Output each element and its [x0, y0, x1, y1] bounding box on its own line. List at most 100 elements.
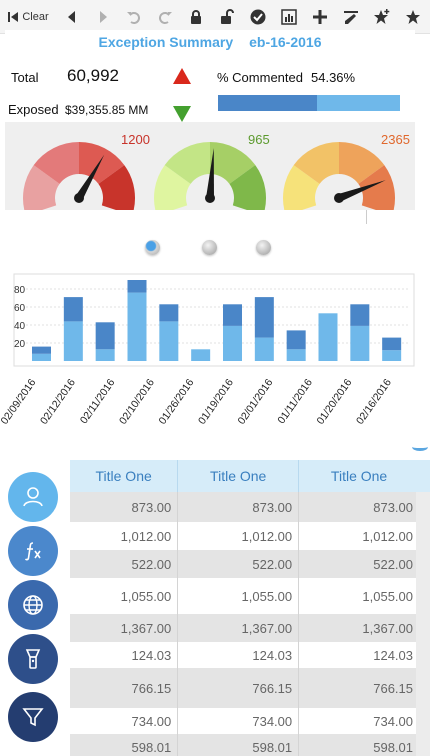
table-row[interactable]: 734.00 734.00 734.00 [70, 708, 420, 734]
table-cell: 873.00 [177, 492, 300, 522]
lock-button[interactable] [180, 0, 211, 34]
x-tick-label: 02/11/2016 [78, 377, 118, 426]
redo-button[interactable] [149, 0, 180, 34]
table-cell: 522.00 [177, 550, 300, 578]
table-row[interactable]: 1,367.00 1,367.00 1,367.00 [70, 614, 420, 642]
user-icon [23, 487, 43, 507]
gauge-pivot [205, 193, 215, 203]
bar-segment-dark [127, 280, 147, 293]
clear-label: Clear [22, 10, 49, 23]
favorite-button[interactable] [397, 0, 428, 34]
table-row[interactable]: 1,055.00 1,055.00 1,055.00 [70, 578, 420, 614]
bar-segment-light [127, 292, 147, 361]
table-cell: 124.03 [177, 642, 300, 668]
prev-icon [67, 10, 75, 23]
gauge-pivot [74, 193, 84, 203]
y-tick-label: 80 [14, 285, 26, 296]
pager-dot-1[interactable] [145, 240, 160, 255]
bar-segment-light [286, 349, 306, 361]
table-row[interactable]: 124.03 124.03 124.03 [70, 642, 420, 668]
table-cell: 766.15 [70, 668, 179, 708]
pager-dot-3[interactable] [256, 240, 271, 255]
x-tick-label: 01/19/2016 [196, 377, 236, 427]
bar-segment-light [191, 349, 211, 361]
y-tick-label: 60 [14, 303, 26, 314]
x-tick-label: 01/26/2016 [156, 377, 196, 427]
table-cell: 766.15 [298, 668, 420, 708]
table-overflow-column [416, 460, 430, 756]
commented-progress-bar [218, 95, 400, 111]
user-button[interactable] [8, 472, 58, 522]
bar-segment-light [318, 313, 338, 361]
bar-segment-dark [350, 304, 370, 326]
commented-progress-fill [218, 95, 317, 111]
table-cell: 1,012.00 [70, 522, 179, 550]
y-tick-label: 40 [14, 321, 26, 332]
filter-icon [22, 708, 44, 727]
exceptions-bar-chart: 8060402002/09/2016 02/12/2016 02/11/2016 02… [0, 273, 415, 427]
filter-button[interactable] [8, 692, 58, 742]
add-button[interactable] [304, 0, 335, 34]
pager-dot-2[interactable] [202, 240, 217, 255]
bar-segment-dark [286, 330, 306, 350]
summary-title: Exception Summary eb-16-2016 [5, 34, 415, 50]
toolbar: Clear [0, 0, 430, 34]
gauge-pivot [334, 193, 344, 203]
x-tick-label: 02/12/2016 [38, 377, 78, 427]
column-header[interactable]: Title One [298, 460, 420, 492]
commented-value: 54.36% [311, 70, 356, 85]
table-row[interactable]: 598.01 598.01 598.01 [70, 734, 420, 756]
trend-up-icon [173, 68, 191, 84]
column-header[interactable]: Title One [70, 460, 179, 492]
chart-icon [280, 8, 297, 25]
unlock-button[interactable] [211, 0, 242, 34]
summary-date: eb-16-2016 [249, 34, 322, 50]
table-cell: 1,367.00 [70, 614, 179, 642]
table-cell: 1,367.00 [298, 614, 420, 642]
approve-button[interactable] [242, 0, 273, 34]
undo-button[interactable] [118, 0, 149, 34]
table-cell: 1,055.00 [177, 578, 300, 614]
y-tick-label: 20 [14, 339, 26, 350]
flashlight-icon [25, 649, 41, 669]
globe-button[interactable] [8, 580, 58, 630]
trend-down-icon [173, 106, 191, 122]
table-cell: 734.00 [298, 708, 420, 734]
next-button[interactable] [87, 0, 118, 34]
table-cell: 1,012.00 [177, 522, 300, 550]
function-button[interactable] [8, 526, 58, 576]
edit-button[interactable] [335, 0, 366, 34]
add-favorite-button[interactable] [366, 0, 397, 34]
bar-segment-dark [382, 337, 402, 351]
table-row[interactable]: 766.15 766.15 766.15 [70, 668, 420, 708]
x-tick-label: 02/10/2016 [117, 377, 157, 427]
clear-button[interactable]: Clear [0, 0, 56, 34]
table-cell: 766.15 [177, 668, 300, 708]
x-tick-label: 02/01/2016 [235, 377, 275, 427]
table-cell: 522.00 [298, 550, 420, 578]
column-header[interactable]: Title One [177, 460, 300, 492]
prev-button[interactable] [56, 0, 87, 34]
table-row[interactable]: 1,012.00 1,012.00 1,012.00 [70, 522, 420, 550]
table-row[interactable]: 522.00 522.00 522.00 [70, 550, 420, 578]
globe-icon [23, 595, 43, 615]
gauge-3-value: 2365 [381, 132, 410, 147]
table-cell: 522.00 [70, 550, 179, 578]
redo-icon [158, 11, 172, 24]
data-table: Title One Title One Title One 873.00 873.… [70, 460, 430, 756]
table-cell: 1,367.00 [177, 614, 300, 642]
table-cell: 1,055.00 [298, 578, 420, 614]
bar-segment-light [95, 349, 115, 361]
table-cell: 734.00 [177, 708, 300, 734]
chart-button[interactable] [273, 0, 304, 34]
bar-segment-light [350, 325, 370, 361]
table-row[interactable]: 873.00 873.00 873.00 [70, 492, 420, 522]
bar-segment-light [159, 321, 179, 361]
divider [366, 210, 367, 224]
table-cell: 124.03 [70, 642, 179, 668]
flashlight-button[interactable] [8, 634, 58, 684]
exposed-label: Exposed [8, 102, 59, 117]
next-icon [99, 10, 107, 23]
star-plus-icon [373, 8, 389, 24]
unlock-icon [220, 8, 234, 24]
